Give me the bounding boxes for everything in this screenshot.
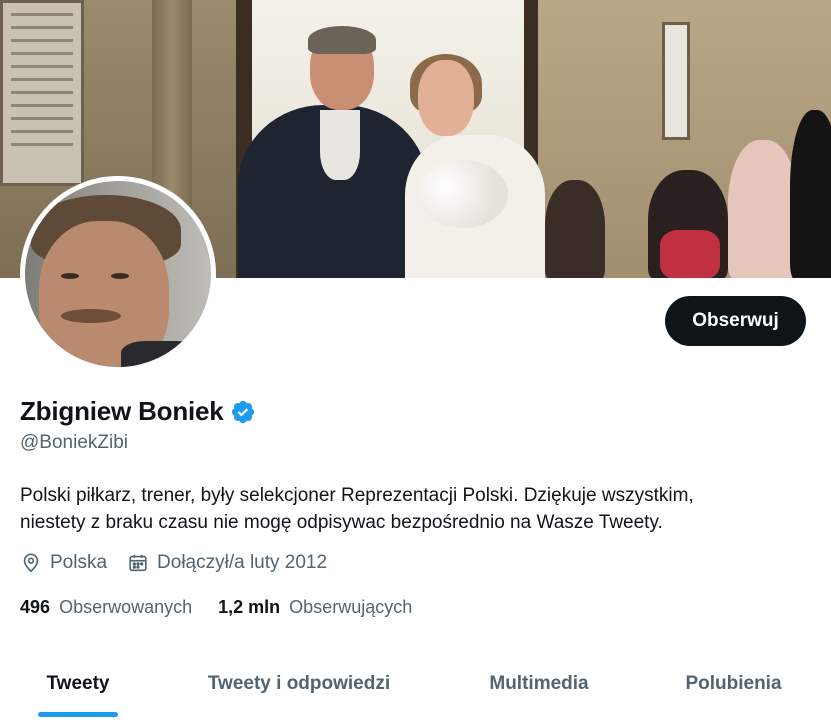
- avatar-eye: [111, 273, 129, 279]
- banner-figure-shirt: [320, 110, 360, 180]
- profile-handle: @BoniekZibi: [20, 432, 128, 453]
- following-label: Obserwowanych: [59, 597, 193, 617]
- banner-bouquet: [418, 160, 508, 228]
- active-tab-indicator: [38, 712, 118, 717]
- profile-bio: Polski piłkarz, trener, były selekcjoner…: [20, 482, 810, 536]
- banner-guest: [790, 110, 831, 278]
- banner-window: [662, 22, 690, 140]
- profile-name: Zbigniew Boniek: [20, 396, 224, 426]
- profile-avatar[interactable]: [20, 176, 216, 372]
- following-count: 496: [20, 597, 51, 617]
- tab-label: Multimedia: [489, 673, 589, 694]
- avatar-photo: [25, 181, 211, 367]
- tab-media[interactable]: Multimedia: [442, 648, 636, 720]
- followers-count: 1,2 mln: [218, 597, 281, 617]
- joined-item: Dołączył/a luty 2012: [127, 552, 327, 574]
- followers-label: Obserwujących: [289, 597, 413, 617]
- location-pin-icon: [23, 553, 39, 573]
- profile-meta: Polska Dołączył/a luty 2012: [20, 552, 347, 574]
- followers-link[interactable]: 1,2 mln Obserwujących: [218, 597, 412, 618]
- bio-line: Polski piłkarz, trener, były selekcjoner…: [20, 485, 694, 506]
- banner-figure-bride-head: [418, 60, 474, 136]
- location-item: Polska: [20, 552, 107, 574]
- profile-tabs: Tweety Tweety i odpowiedzi Multimedia Po…: [0, 648, 831, 720]
- bio-line: niestety z braku czasu nie mogę odpisywa…: [20, 512, 663, 533]
- tab-label: Polubienia: [685, 673, 782, 694]
- verified-badge-icon[interactable]: [230, 399, 256, 425]
- calendar-icon: [129, 554, 147, 572]
- profile-name-row: Zbigniew Boniek: [20, 396, 256, 427]
- tab-tweets-and-replies[interactable]: Tweety i odpowiedzi: [156, 648, 442, 720]
- tab-label: Tweety i odpowiedzi: [207, 673, 391, 694]
- location-text: Polska: [50, 552, 108, 573]
- profile-stats: 496 Obserwowanych 1,2 mln Obserwujących: [20, 597, 438, 618]
- tab-label: Tweety: [46, 673, 110, 694]
- tab-likes[interactable]: Polubienia: [636, 648, 831, 720]
- banner-plaque: [0, 0, 84, 186]
- avatar-collar: [121, 341, 201, 367]
- joined-text: Dołączył/a luty 2012: [157, 552, 328, 573]
- avatar-eye: [61, 273, 79, 279]
- following-link[interactable]: 496 Obserwowanych: [20, 597, 192, 618]
- banner-guest: [545, 180, 605, 278]
- banner-figure-hair: [308, 26, 376, 54]
- follow-button[interactable]: Obserwuj: [665, 296, 806, 346]
- banner-guest: [728, 140, 798, 278]
- avatar-mustache: [61, 309, 121, 323]
- banner-guest-bag: [660, 230, 720, 278]
- tab-tweets[interactable]: Tweety: [0, 648, 156, 720]
